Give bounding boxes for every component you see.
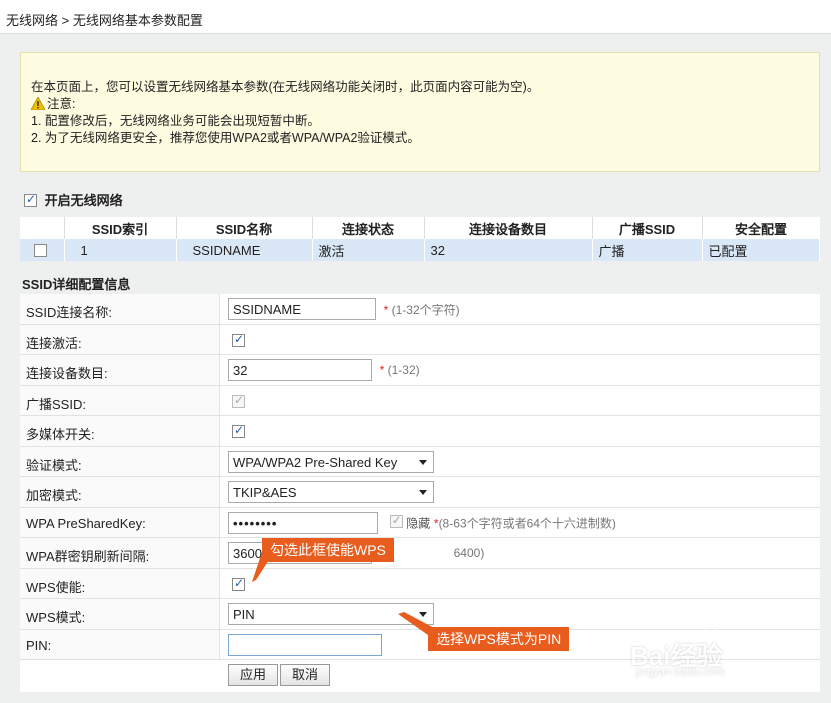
breadcrumb: 无线网络 > 无线网络基本参数配置 [0, 0, 831, 34]
field-label: 验证模式: [20, 446, 220, 476]
pin-input[interactable] [228, 633, 382, 656]
form-row: WPA群密钥刷新间隔: 3600 6400) [20, 538, 820, 569]
field-label: 连接设备数目: [20, 355, 220, 385]
main-content: 在本页面上，您可以设置无线网络基本参数(在无线网络功能关闭时，此页面内容可能为空… [0, 34, 831, 703]
wps-mode-callout: 选择WPS模式为PIN [428, 627, 570, 651]
cell-name: SSIDNAME [176, 239, 313, 261]
cell-index: 1 [64, 239, 177, 261]
multimedia-checkbox[interactable] [232, 423, 245, 438]
auth-mode-select[interactable]: WPA/WPA2 Pre-Shared Key [228, 450, 434, 473]
row-select-checkbox[interactable] [34, 243, 47, 257]
form-row: 验证模式: WPA/WPA2 Pre-Shared Key [20, 446, 820, 477]
field-hint: (1-32个字符) [391, 302, 460, 317]
field-label: 加密模式: [20, 477, 220, 507]
field-hint: (1-32) [387, 363, 420, 377]
col-header: 安全配置 [702, 217, 820, 239]
field-label: PIN: [20, 629, 220, 659]
notice-line: 1. 配置修改后，无线网络业务可能会出现短暂中断。 [31, 114, 320, 128]
ssid-table: SSID索引 SSID名称 连接状态 连接设备数目 广播SSID 安全配置 1 … [20, 217, 820, 261]
cell-security: 已配置 [702, 239, 820, 261]
form-row: SSID连接名称: SSIDNAME * (1-32个字符) [20, 294, 820, 325]
col-header: SSID名称 [176, 217, 313, 239]
psk-input[interactable]: •••••••• [228, 511, 378, 534]
max-devices-input[interactable]: 32 [228, 359, 372, 381]
chevron-down-icon [419, 490, 427, 495]
active-checkbox[interactable] [232, 332, 245, 347]
watermark-url: jingyan.baidu.com [636, 666, 725, 678]
detail-title: SSID详细配置信息 [22, 277, 131, 292]
cell-broadcast: 广播 [592, 239, 703, 261]
hide-psk-checkbox[interactable] [389, 513, 403, 528]
notice-caution: 注意: [47, 97, 76, 111]
field-label: 广播SSID: [20, 385, 220, 415]
wps-enable-callout: 勾选此框使能WPS [262, 538, 394, 562]
form-row: 连接设备数目: 32 * (1-32) [20, 355, 820, 386]
col-header: 广播SSID [592, 217, 703, 239]
encrypt-mode-select[interactable]: TKIP&AES [228, 481, 434, 503]
field-label: WPA PreSharedKey: [20, 507, 220, 537]
field-label: WPA群密钥刷新间隔: [20, 538, 220, 568]
form-row: 广播SSID: [20, 385, 820, 416]
field-hint: 6400) [453, 546, 485, 560]
table-row[interactable]: 1 SSIDNAME 激活 32 广播 已配置 [20, 239, 820, 261]
notice-intro: 在本页面上，您可以设置无线网络基本参数(在无线网络功能关闭时，此页面内容可能为空… [31, 80, 540, 94]
col-header: 连接设备数目 [424, 217, 593, 239]
col-header: 连接状态 [312, 217, 425, 239]
cell-status: 激活 [312, 239, 425, 261]
cancel-button[interactable]: 取消 [280, 664, 330, 686]
baidu-watermark: Bai经验 jingyan.baidu.com [630, 612, 800, 682]
field-label: SSID连接名称: [20, 294, 220, 324]
apply-button[interactable]: 应用 [228, 664, 278, 686]
form-row: 连接激活: [20, 324, 820, 355]
field-label: 连接激活: [20, 324, 220, 354]
enable-wireless-label: 开启无线网络 [44, 193, 123, 208]
enable-wireless-row: 开启无线网络 [24, 190, 123, 209]
field-label: 多媒体开关: [20, 416, 220, 446]
field-label: WPS使能: [20, 568, 220, 598]
chevron-down-icon [419, 459, 427, 465]
wps-enable-checkbox[interactable] [232, 576, 245, 591]
callout-arrow-icon [398, 612, 438, 642]
enable-wireless-checkbox[interactable] [24, 192, 37, 207]
ssid-table-header: SSID索引 SSID名称 连接状态 连接设备数目 广播SSID 安全配置 [20, 217, 820, 239]
broadcast-checkbox [232, 393, 245, 408]
col-header: SSID索引 [64, 217, 177, 239]
field-hint: (8-63个字符或者64个十六进制数) [438, 516, 616, 530]
callout-arrow-icon [252, 552, 274, 582]
warning-icon [31, 97, 45, 110]
form-row: 多媒体开关: [20, 416, 820, 447]
form-row: 加密模式: TKIP&AES [20, 477, 820, 508]
hide-psk-label: 隐藏 [406, 516, 431, 530]
cell-devices: 32 [424, 239, 593, 261]
notice-line: 2. 为了无线网络更安全，推荐您使用WPA2或者WPA/WPA2验证模式。 [31, 131, 420, 145]
notice-panel: 在本页面上，您可以设置无线网络基本参数(在无线网络功能关闭时，此页面内容可能为空… [20, 52, 820, 172]
form-row: WPA PreSharedKey: •••••••• 隐藏 *(8-63个字符或… [20, 507, 820, 538]
form-row: WPS使能: [20, 568, 820, 599]
ssid-name-input[interactable]: SSIDNAME [228, 298, 376, 320]
field-label: WPS模式: [20, 599, 220, 629]
